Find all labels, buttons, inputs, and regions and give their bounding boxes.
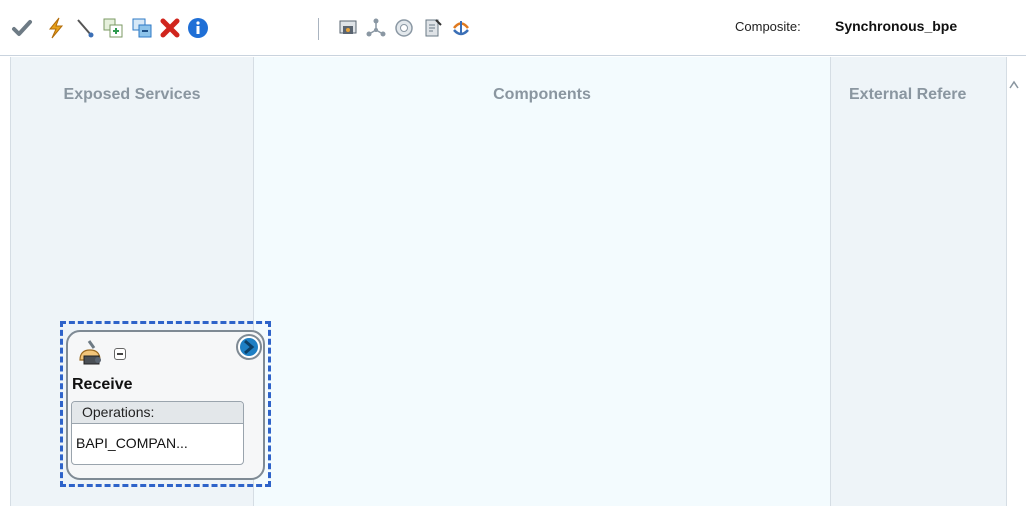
add-component-icon[interactable] [101,16,125,40]
components-title: Components [493,86,591,103]
deploy-icon[interactable] [336,16,360,40]
operation-item[interactable]: BAPI_COMPAN... [72,424,243,462]
operations-box: Operations: BAPI_COMPAN... [71,401,244,465]
edit-document-icon[interactable] [421,16,445,40]
collapse-toggle-icon[interactable] [114,348,126,360]
database-icon[interactable] [392,16,416,40]
exposed-services-title: Exposed Services [63,86,201,103]
external-references-lane[interactable]: External Refere [831,57,1006,506]
lightning-icon[interactable] [44,16,68,40]
validate-icon[interactable] [10,16,34,40]
toolbar-separator [318,18,319,40]
operations-header: Operations: [72,402,243,424]
left-edge [0,57,10,506]
layout-icon[interactable] [364,16,388,40]
vertical-scrollbar[interactable] [1006,57,1026,506]
composite-editor: Composite: Synchronous_bpe Exposed Servi… [0,0,1026,506]
composite-label: Composite: [735,19,801,34]
delete-icon[interactable] [158,16,182,40]
external-references-title: External Refere [849,86,967,103]
service-connector-icon[interactable] [235,333,263,361]
scroll-up-icon[interactable] [1009,80,1019,90]
toolbar: Composite: Synchronous_bpe [0,0,1026,56]
info-icon[interactable] [186,16,210,40]
test-icon[interactable] [449,16,473,40]
copy-component-icon[interactable] [130,16,154,40]
adapter-icon [79,340,101,365]
wire-icon[interactable] [73,16,97,40]
service-title: Receive [72,376,133,393]
composite-name: Synchronous_bpe [835,18,958,34]
components-lane[interactable]: Components [253,57,831,506]
